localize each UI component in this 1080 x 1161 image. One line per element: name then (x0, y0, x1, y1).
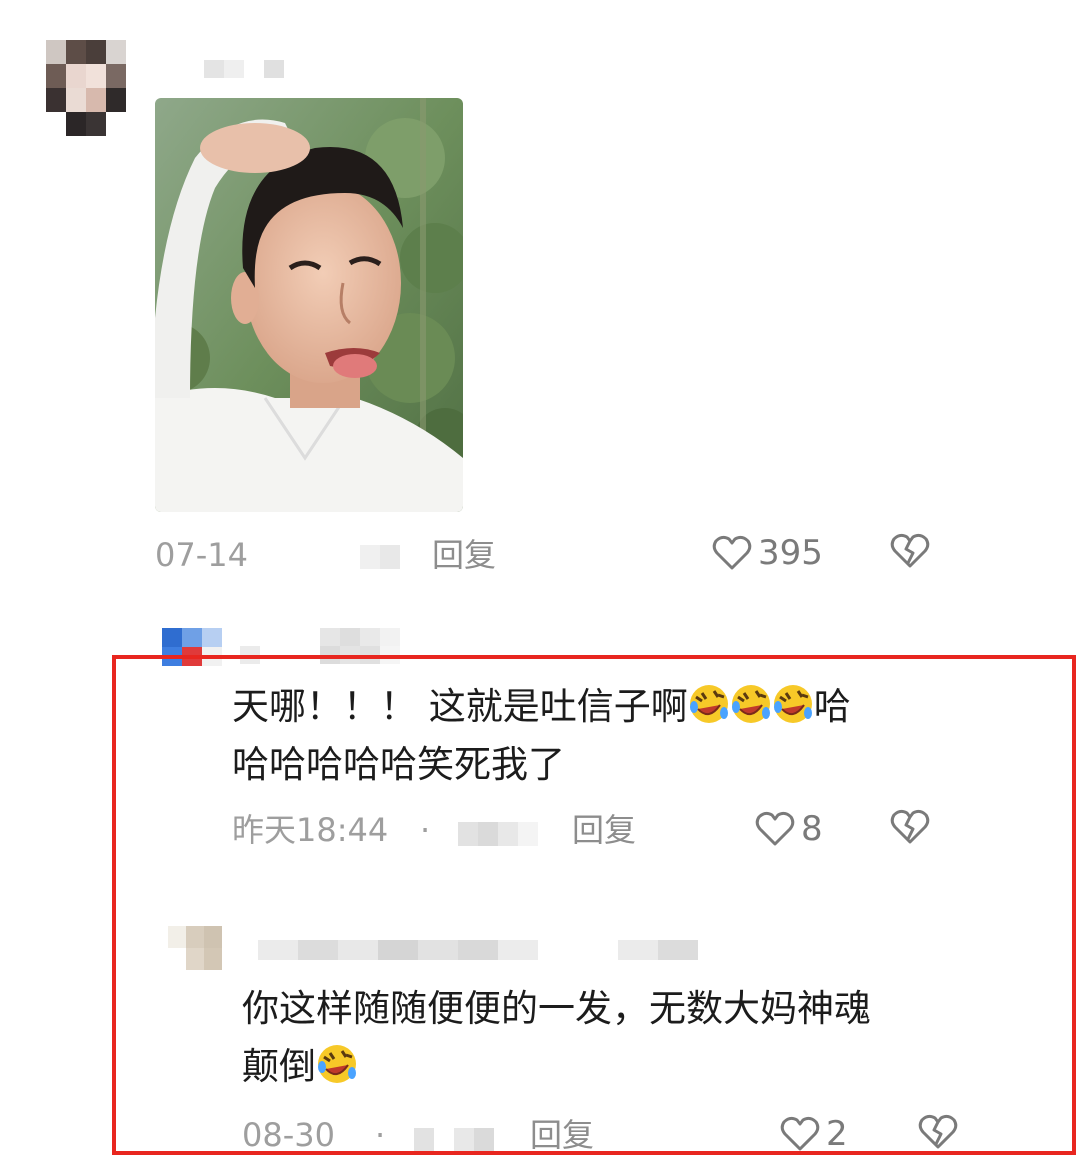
like-button[interactable]: 395 (712, 530, 823, 576)
location-blurred (340, 545, 400, 569)
reply-button[interactable]: 回复 (432, 535, 496, 575)
highlight-box (112, 655, 1076, 1155)
broken-heart-icon (890, 533, 930, 568)
like-count: 395 (758, 533, 823, 573)
avatar[interactable] (46, 40, 126, 136)
comment-date: 07-14 (155, 536, 248, 574)
comment-photo[interactable] (155, 98, 463, 512)
photo-man-sticking-tongue (155, 98, 463, 512)
dislike-button[interactable] (890, 533, 930, 573)
username-blurred[interactable] (204, 60, 284, 78)
heart-outline-icon (712, 535, 752, 570)
